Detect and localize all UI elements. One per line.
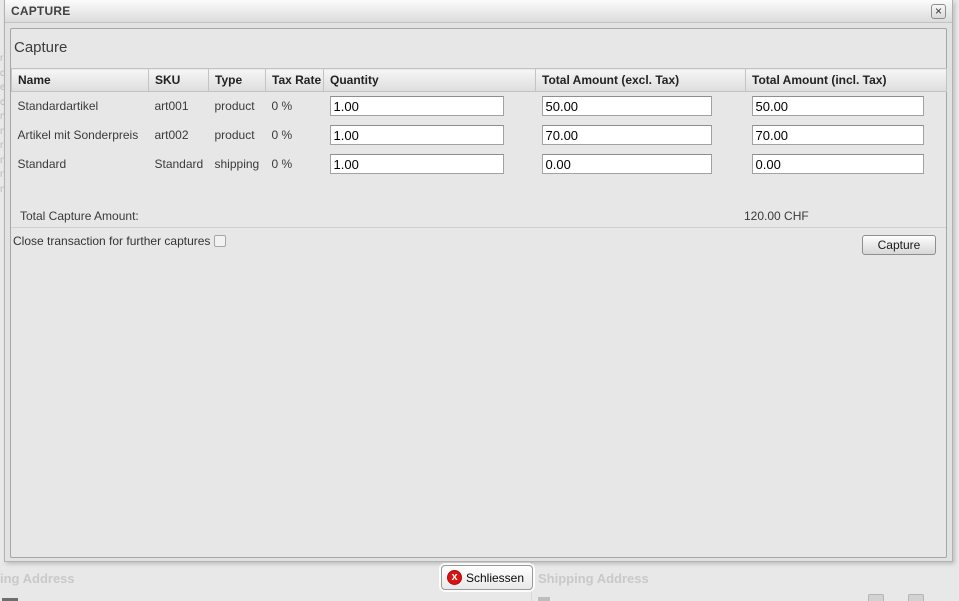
page-title: Capture xyxy=(14,39,67,56)
total-capture-row: Total Capture Amount: 120.00 CHF xyxy=(11,206,946,226)
item-sku: art002 xyxy=(149,121,209,150)
total-incl-tax-input[interactable] xyxy=(752,96,924,116)
schliessen-button[interactable]: x Schliessen xyxy=(441,565,533,590)
total-capture-value: 120.00 CHF xyxy=(744,209,809,223)
capture-dialog: CAPTURE × Capture Name SKU Type Tax Rate… xyxy=(4,0,953,562)
item-type: shipping xyxy=(209,150,266,179)
capture-items-table: Name SKU Type Tax Rate Quantity Total Am… xyxy=(11,68,947,179)
item-tax-rate: 0 % xyxy=(266,121,324,150)
shipping-address-heading: Shipping Address xyxy=(538,571,649,586)
clipped-button-fragment xyxy=(908,594,924,601)
item-type: product xyxy=(209,121,266,150)
table-row: Standard Standard shipping 0 % xyxy=(12,150,947,179)
column-header-total-excl: Total Amount (excl. Tax) xyxy=(536,69,746,92)
capture-panel: Capture Name SKU Type Tax Rate Quantity … xyxy=(10,28,947,558)
close-transaction-checkbox[interactable] xyxy=(214,235,226,247)
total-excl-tax-input[interactable] xyxy=(542,125,712,145)
column-header-sku: SKU xyxy=(149,69,209,92)
quantity-input[interactable] xyxy=(330,154,504,174)
billing-address-heading-partial: ing Address xyxy=(0,571,75,586)
column-header-tax-rate: Tax Rate xyxy=(266,69,324,92)
item-type: product xyxy=(209,92,266,121)
item-name: Artikel mit Sonderpreis xyxy=(12,121,149,150)
item-tax-rate: 0 % xyxy=(266,92,324,121)
item-sku: art001 xyxy=(149,92,209,121)
item-sku: Standard xyxy=(149,150,209,179)
total-excl-tax-input[interactable] xyxy=(542,96,712,116)
total-excl-tax-input[interactable] xyxy=(542,154,712,174)
clipped-button-fragment xyxy=(868,594,884,601)
item-tax-rate: 0 % xyxy=(266,150,324,179)
dialog-titlebar[interactable]: CAPTURE × xyxy=(5,0,952,23)
dialog-title: CAPTURE xyxy=(11,4,70,18)
total-capture-label: Total Capture Amount: xyxy=(20,209,139,223)
total-incl-tax-input[interactable] xyxy=(752,154,924,174)
column-header-type: Type xyxy=(209,69,266,92)
quantity-input[interactable] xyxy=(330,96,504,116)
table-row: Artikel mit Sonderpreis art002 product 0… xyxy=(12,121,947,150)
schliessen-button-label: Schliessen xyxy=(466,571,524,585)
table-header-row: Name SKU Type Tax Rate Quantity Total Am… xyxy=(12,69,947,92)
close-icon[interactable]: × xyxy=(931,4,946,19)
divider xyxy=(11,227,946,228)
table-row: Standardartikel art001 product 0 % xyxy=(12,92,947,121)
item-name: Standard xyxy=(12,150,149,179)
item-name: Standardartikel xyxy=(12,92,149,121)
column-header-name: Name xyxy=(12,69,149,92)
close-transaction-label: Close transaction for further captures xyxy=(13,234,210,248)
quantity-input[interactable] xyxy=(330,125,504,145)
column-header-total-incl: Total Amount (incl. Tax) xyxy=(746,69,947,92)
clipped-content-fragment xyxy=(538,597,550,601)
column-header-quantity: Quantity xyxy=(324,69,536,92)
capture-button[interactable]: Capture xyxy=(862,235,936,255)
red-close-circle-icon: x xyxy=(447,570,462,585)
total-incl-tax-input[interactable] xyxy=(752,125,924,145)
